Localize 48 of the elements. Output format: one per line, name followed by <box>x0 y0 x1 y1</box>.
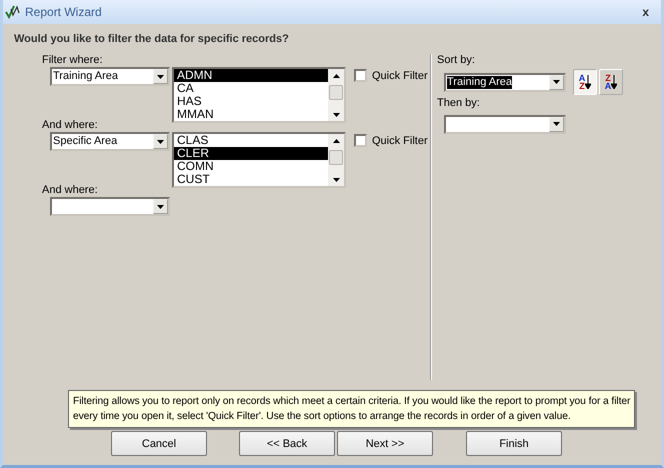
list-box[interactable]: ADMN CA HAS MMAN <box>172 67 346 123</box>
finish-button[interactable]: Finish <box>466 431 562 456</box>
next-button[interactable]: Next >> <box>337 431 433 456</box>
field-label: And where: <box>42 119 99 132</box>
list-item[interactable]: MMAN <box>174 108 328 121</box>
field-label: Then by: <box>437 97 481 110</box>
field-label: Sort by: <box>437 54 476 67</box>
scroll-up-icon[interactable] <box>332 74 340 78</box>
down-arrow-icon <box>585 75 592 89</box>
field-label: Filter where: <box>42 54 104 67</box>
list-item[interactable]: CA <box>174 82 328 95</box>
list-item[interactable]: CLAS <box>174 134 328 147</box>
sort-button[interactable]: Z A <box>599 69 623 95</box>
field-label: And where: <box>42 184 99 197</box>
list-item[interactable]: CLER <box>174 147 328 160</box>
checkbox[interactable] <box>354 69 367 82</box>
dropdown-arrow-icon[interactable] <box>553 80 560 84</box>
close-button[interactable]: x <box>634 5 657 19</box>
scroll-down-icon[interactable] <box>332 112 340 116</box>
help-tooltip: Filtering allows you to report only on records which meet a certain criteria. If you would like the report to prompt you for a filter every time you open it, select 'Quick Filter'. Use the sort options to arrange the records in order of a given value. <box>68 390 635 428</box>
dropdown-arrow-icon[interactable] <box>157 140 164 144</box>
app-icon <box>5 5 21 19</box>
dropdown-field[interactable]: Training Area <box>444 72 566 92</box>
dropdown-arrow-icon[interactable] <box>157 204 164 208</box>
scrollbar[interactable] <box>328 69 344 121</box>
cancel-button[interactable]: Cancel <box>111 431 207 456</box>
scroll-up-icon[interactable] <box>332 138 340 142</box>
checkbox-label: Quick Filter <box>372 70 428 82</box>
dropdown-field[interactable] <box>50 197 170 216</box>
down-arrow-icon <box>611 75 618 89</box>
dropdown-arrow-icon[interactable] <box>157 74 164 78</box>
list-item[interactable]: HAS <box>174 95 328 108</box>
dropdown-field[interactable]: Training Area <box>50 67 170 86</box>
list-box[interactable]: CLAS CLER COMN CUST <box>172 132 346 188</box>
list-item[interactable]: COMN <box>174 160 328 173</box>
sort-button[interactable]: A Z <box>573 69 597 95</box>
scrollbar[interactable] <box>328 134 344 186</box>
scroll-down-icon[interactable] <box>332 178 340 182</box>
checkbox-label: Quick Filter <box>372 134 428 146</box>
dropdown-field[interactable]: Specific Area <box>50 132 170 151</box>
window-title: Report Wizard <box>25 5 102 19</box>
list-item[interactable]: CUST <box>174 173 328 186</box>
dropdown-field[interactable] <box>444 114 566 134</box>
list-item[interactable]: ADMN <box>174 69 328 82</box>
dropdown-arrow-icon[interactable] <box>553 122 560 126</box>
back-button[interactable]: << Back <box>239 431 335 456</box>
heading: Would you like to filter the data for specific records? <box>13 32 290 47</box>
checkbox[interactable] <box>354 134 367 147</box>
